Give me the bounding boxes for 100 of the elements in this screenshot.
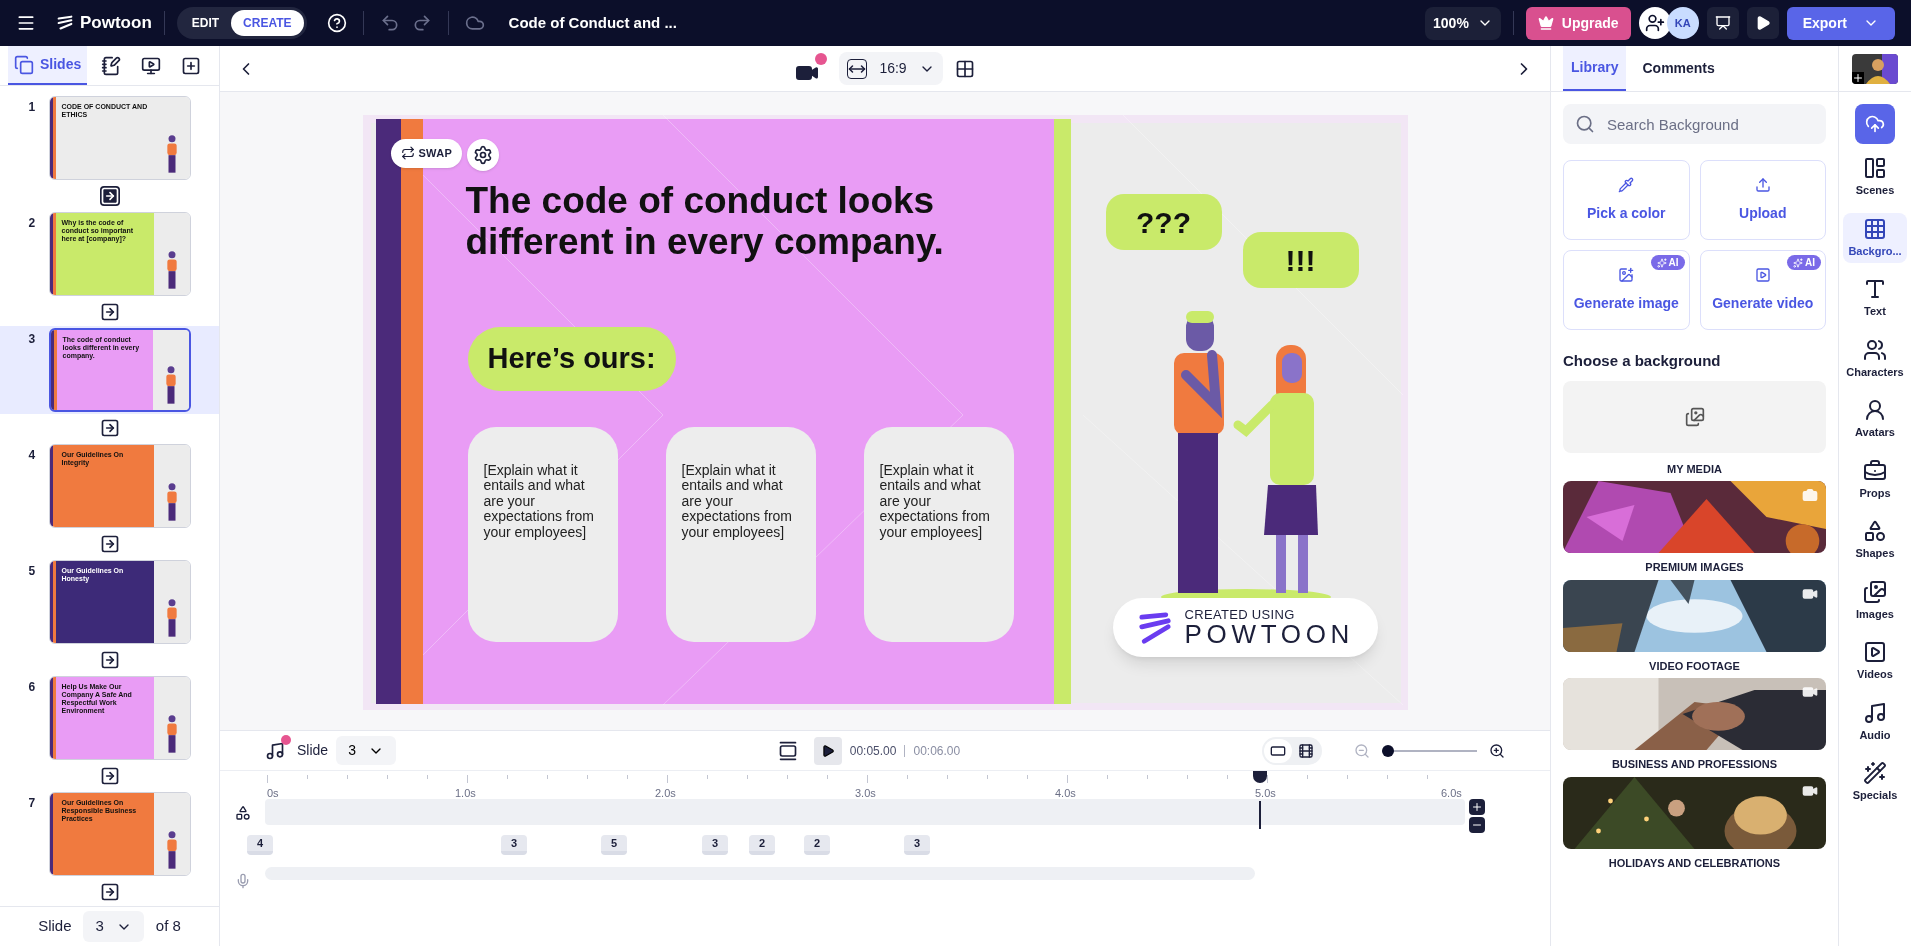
user-avatar[interactable]: KA xyxy=(1666,7,1699,39)
upload-button[interactable] xyxy=(1855,104,1895,144)
slide-title[interactable]: The code of conduct looks different in every company. xyxy=(465,181,1026,263)
rail-item[interactable]: Scenes xyxy=(1843,152,1907,203)
rail-item[interactable]: Props xyxy=(1843,454,1907,505)
speech-bubble[interactable]: ??? xyxy=(1105,194,1222,250)
project-title[interactable]: Code of Conduct and ... xyxy=(508,11,677,35)
card-text: [Explain what it entails and what are your expectations from your employees] xyxy=(879,463,991,540)
element-marker[interactable]: 2 xyxy=(749,835,775,855)
text-icon xyxy=(1863,277,1887,301)
swap-button[interactable]: SWAP xyxy=(390,139,462,168)
rail-item[interactable]: Audio xyxy=(1843,696,1907,747)
film-icon xyxy=(1298,742,1314,759)
mode-tab[interactable]: EDIT xyxy=(179,10,232,36)
playhead-handle[interactable] xyxy=(1252,771,1267,783)
help-icon[interactable] xyxy=(326,13,347,33)
zoom-in-icon[interactable] xyxy=(1489,742,1505,759)
text-card[interactable]: [Explain what it entails and what are your expectations from your employees] xyxy=(665,427,816,642)
app-name: Powtoon xyxy=(80,12,152,35)
ai-badge: AI xyxy=(1787,255,1821,270)
invite-button[interactable] xyxy=(1638,7,1671,39)
shapes-icon xyxy=(234,805,251,821)
time-label: 4.0s xyxy=(1055,786,1076,801)
panel-tab[interactable]: Comments xyxy=(1634,46,1723,91)
monitor-icon xyxy=(141,55,162,76)
speech-bubble[interactable]: !!! xyxy=(1242,232,1359,288)
figure-drawing xyxy=(164,829,179,871)
presentation-icon xyxy=(1714,15,1731,31)
rail-item[interactable]: Videos xyxy=(1843,636,1907,687)
sparkle-icon xyxy=(1793,257,1803,268)
category-label: PREMIUM IMAGES xyxy=(1645,560,1744,575)
remove-button[interactable] xyxy=(1469,817,1485,833)
rail-item[interactable]: Characters xyxy=(1843,333,1907,384)
transition-icon[interactable] xyxy=(99,418,120,438)
menu-icon[interactable] xyxy=(16,13,36,33)
slides-tab[interactable]: Slides xyxy=(8,46,88,85)
slide-subtitle[interactable]: Here’s ours: xyxy=(467,327,676,391)
element-marker[interactable]: 2 xyxy=(804,835,830,855)
camera-icon xyxy=(1802,487,1818,503)
text-card[interactable]: [Explain what it entails and what are your expectations from your employees] xyxy=(467,427,618,642)
element-marker[interactable]: 4 xyxy=(247,835,273,855)
element-marker[interactable]: 3 xyxy=(904,835,930,855)
figure-drawing xyxy=(164,713,179,755)
slide-select[interactable]: 3 xyxy=(83,911,144,942)
play-button[interactable] xyxy=(813,736,842,765)
view-toggle[interactable] xyxy=(1264,738,1292,763)
timeline-slide-select[interactable]: 3 xyxy=(336,736,396,765)
aspect-ratio-select[interactable]: 16:9 xyxy=(839,52,943,85)
badge-brand: POWTOON xyxy=(1184,621,1354,647)
figure-drawing xyxy=(163,364,178,406)
transition-icon[interactable] xyxy=(99,186,120,206)
pipette-icon xyxy=(1618,176,1635,193)
element-marker[interactable]: 3 xyxy=(702,835,728,855)
preview-icon[interactable] xyxy=(777,740,798,761)
upgrade-button[interactable]: Upgrade xyxy=(1525,6,1631,40)
transition-icon[interactable] xyxy=(99,534,120,554)
rail-item[interactable]: Text xyxy=(1843,273,1907,324)
undo-icon[interactable] xyxy=(379,13,400,33)
plus-icon xyxy=(181,55,202,76)
rail-item[interactable]: Specials xyxy=(1843,757,1907,808)
rail-item[interactable]: Avatars xyxy=(1843,394,1907,445)
action-card[interactable]: AI Generate image xyxy=(1563,250,1690,330)
text-card[interactable]: [Explain what it entails and what are your expectations from your employees] xyxy=(863,427,1014,642)
my-media-tile[interactable] xyxy=(1563,380,1826,453)
play-button[interactable] xyxy=(1746,7,1779,39)
category-label: VIDEO FOOTAGE xyxy=(1649,658,1740,674)
rail-item[interactable]: Images xyxy=(1843,575,1907,626)
rail-item[interactable]: Backgro... xyxy=(1843,212,1907,263)
action-card[interactable]: AI Generate video xyxy=(1699,250,1826,330)
zoom-slider[interactable] xyxy=(1382,744,1477,757)
search-icon xyxy=(1575,114,1595,134)
search-field[interactable]: Search Background xyxy=(1563,104,1826,144)
section-title: Choose a background xyxy=(1563,351,1722,371)
slider-thumb[interactable] xyxy=(1382,744,1394,757)
action-card[interactable]: Upload xyxy=(1699,160,1826,240)
transition-icon[interactable] xyxy=(99,766,120,786)
transition-icon[interactable] xyxy=(99,302,120,322)
present-button[interactable] xyxy=(1706,7,1739,39)
rail-item[interactable]: Shapes xyxy=(1843,515,1907,566)
zoom-select[interactable]: 100% xyxy=(1425,6,1501,40)
transition-icon[interactable] xyxy=(99,650,120,670)
add-button[interactable] xyxy=(1469,799,1485,815)
figure-drawing xyxy=(164,133,179,175)
sparkle-icon xyxy=(1656,257,1667,268)
swap-icon xyxy=(400,146,415,161)
media-icon xyxy=(1684,406,1705,427)
element-marker[interactable]: 3 xyxy=(501,835,527,855)
image-plus-icon xyxy=(1618,266,1635,283)
layout-icon xyxy=(1863,156,1887,180)
panel-tab[interactable]: Library xyxy=(1563,46,1627,91)
slide-number: 1 xyxy=(28,99,37,116)
slide-number: 7 xyxy=(28,795,37,812)
action-card[interactable]: Pick a color xyxy=(1563,160,1690,240)
mode-tab[interactable]: CREATE xyxy=(231,10,304,36)
element-marker[interactable]: 5 xyxy=(601,835,627,855)
music-icon[interactable] xyxy=(265,740,285,761)
transition-icon[interactable] xyxy=(99,882,120,902)
video-play-icon xyxy=(1863,640,1887,664)
export-button[interactable]: Export xyxy=(1786,6,1895,40)
grid-icon[interactable] xyxy=(954,58,975,79)
